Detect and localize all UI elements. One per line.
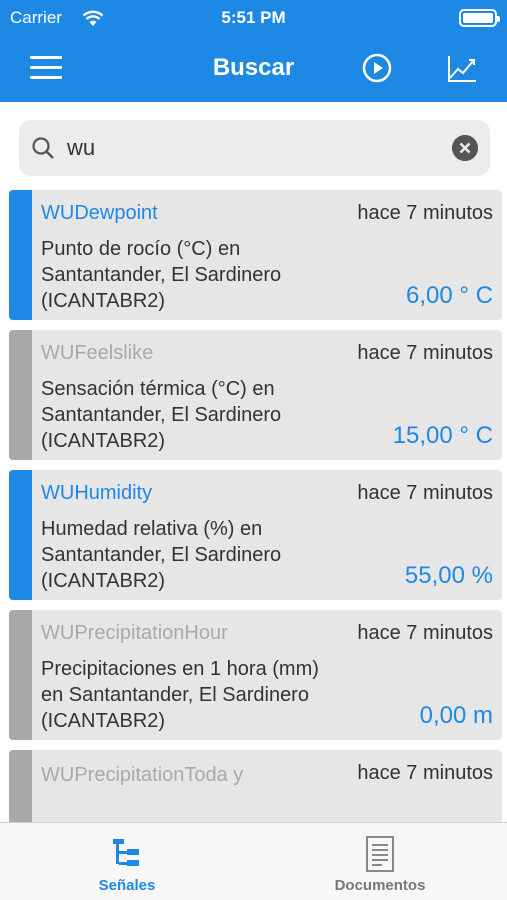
signal-timestamp: hace 7 minutos (357, 622, 493, 644)
status-time: 5:51 PM (221, 8, 286, 27)
signal-name: WUHumidity (41, 482, 153, 504)
signal-value: 6,00 ° C (406, 282, 493, 309)
status-bar: Carrier 5:51 PM (0, 0, 507, 36)
tab-senales[interactable]: Señales (27, 823, 227, 900)
signal-timestamp: hace 7 minutos (357, 762, 493, 784)
signal-value: 15,00 ° C (392, 422, 493, 449)
signal-status-bar (9, 470, 32, 600)
app-header: Carrier 5:51 PM Buscar (0, 0, 507, 102)
signal-status-bar (9, 190, 32, 320)
signal-card[interactable]: WUFeelslike hace 7 minutos Sensación tér… (9, 330, 502, 460)
signal-name: WUDewpoint (41, 202, 158, 224)
signal-status-bar (9, 750, 32, 822)
search-icon (32, 137, 54, 159)
tab-documentos-label: Documentos (334, 877, 426, 894)
signal-status-bar (9, 330, 32, 460)
signal-status-bar (9, 610, 32, 740)
signal-value: 0,00 m (419, 702, 493, 729)
signal-card[interactable]: WUPrecipitationToda y hace 7 minutos (9, 750, 502, 822)
signal-name: WUPrecipitationHour (41, 622, 228, 644)
signal-description: Punto de rocío (°C) en Santantander, El … (41, 238, 282, 312)
signals-tree-icon (113, 839, 139, 866)
signal-name: WUPrecipitationToda y (41, 764, 244, 786)
signal-timestamp: hace 7 minutos (357, 482, 493, 504)
search-bar (19, 120, 490, 176)
clear-search-icon[interactable] (452, 135, 478, 161)
document-icon (366, 836, 394, 872)
signal-list: WUDewpoint hace 7 minutos Punto de rocío… (0, 190, 507, 822)
line-chart-icon[interactable] (446, 54, 478, 84)
play-circle-icon[interactable] (362, 53, 392, 83)
signal-timestamp: hace 7 minutos (357, 342, 493, 364)
signal-value: 55,00 % (404, 562, 493, 589)
signal-card[interactable]: WUDewpoint hace 7 minutos Punto de rocío… (9, 190, 502, 320)
signal-description: Sensación térmica (°C) en Santantander, … (41, 378, 282, 452)
tab-bar: Señales Documentos (0, 822, 507, 900)
search-input[interactable] (67, 130, 447, 166)
signal-card[interactable]: WUHumidity hace 7 minutos Humedad relati… (9, 470, 502, 600)
signal-card[interactable]: WUPrecipitationHour hace 7 minutos Preci… (9, 610, 502, 740)
signal-description: Humedad relativa (%) en Santantander, El… (41, 518, 282, 592)
tab-documentos[interactable]: Documentos (280, 823, 480, 900)
signal-name: WUFeelslike (41, 342, 154, 364)
tab-senales-label: Señales (98, 877, 156, 894)
signal-description: Precipitaciones en 1 hora (mm) en Santan… (41, 658, 319, 732)
signal-timestamp: hace 7 minutos (357, 202, 493, 224)
page-title: Buscar (212, 54, 295, 81)
battery-icon (459, 9, 500, 27)
